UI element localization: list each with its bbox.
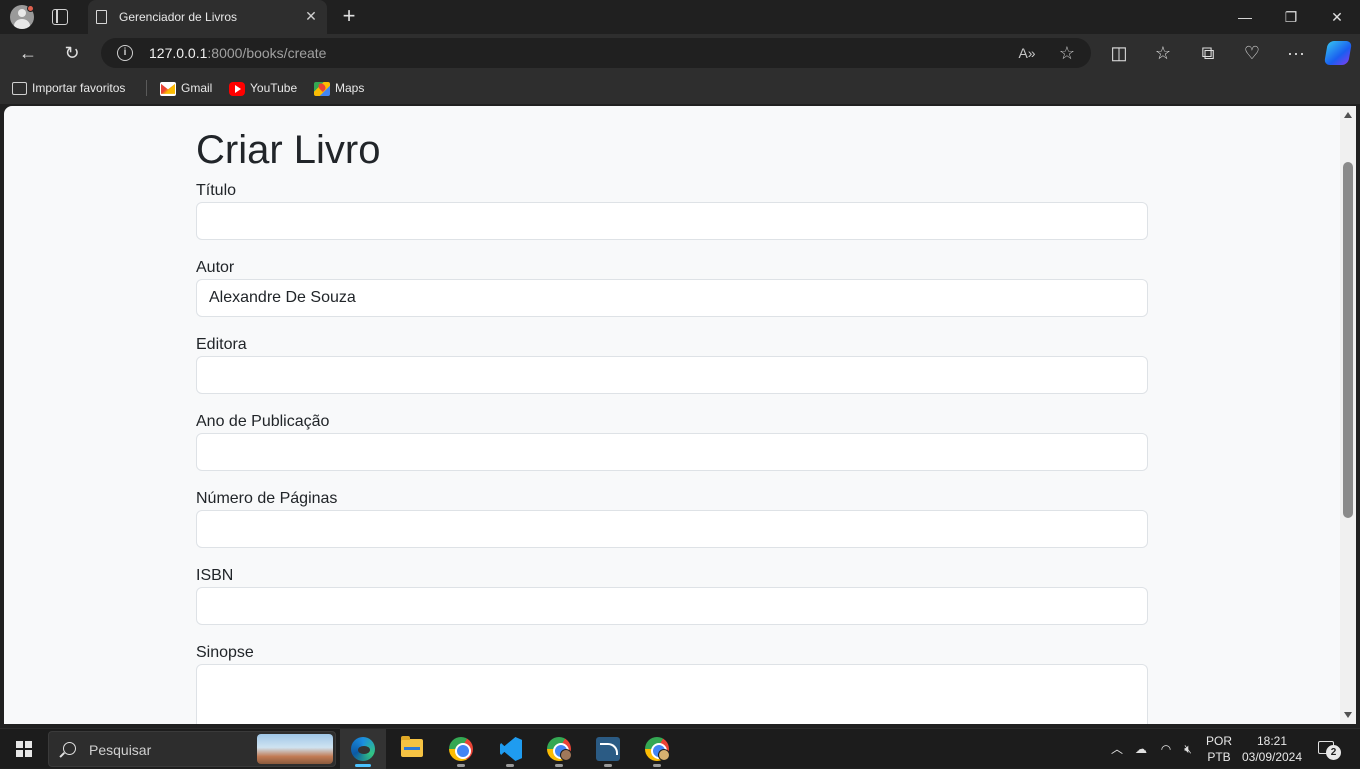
navigation-bar: ← ↻ i 127.0.0.1:8000/books/create A» ☆ ◫… [0,34,1360,72]
isbn-label: ISBN [196,567,234,584]
tab-actions-icon[interactable] [52,9,68,25]
clock-time: 18:21 [1256,734,1288,748]
page-count-label: Número de Páginas [196,490,338,507]
active-indicator [355,764,371,767]
url-path: :8000/books/create [207,45,327,61]
page-title: Criar Livro [196,128,381,172]
volume-muted-icon[interactable]: 🔇︎ [1180,741,1196,757]
bookmarks-separator [146,80,147,96]
tab-title: Gerenciador de Livros [119,10,238,24]
collections-icon[interactable]: ⧉ [1197,42,1219,64]
favorite-star-icon[interactable]: ☆ [1057,43,1077,63]
minimize-button[interactable]: — [1222,0,1268,34]
restore-button[interactable]: ❐ [1268,0,1314,34]
taskbar-search[interactable]: Pesquisar [48,731,336,767]
language-code: POR [1205,734,1232,748]
browser-essentials-icon[interactable]: ♡ [1241,42,1263,64]
taskbar: Pesquisar ︿ ☁ ◠ 🔇︎ POR PTB 18:21 03/09/2… [0,728,1360,769]
bookmark-maps[interactable]: Maps [314,80,364,96]
author-input[interactable] [196,279,1148,317]
tab-close-icon[interactable]: ✕ [303,8,319,24]
profile-badge [658,749,670,761]
windows-start-icon[interactable] [16,741,32,757]
file-explorer-icon [401,736,423,757]
back-arrow-icon[interactable]: ← [17,42,39,64]
tab-strip: Gerenciador de Livros ✕ + — ❐ ✕ [0,0,1360,34]
site-info-icon[interactable]: i [117,45,133,61]
publication-year-input[interactable] [196,433,1148,471]
synopsis-label: Sinopse [196,644,254,661]
read-aloud-icon[interactable]: A» [1017,43,1037,63]
scroll-up-arrow-icon[interactable] [1344,112,1352,118]
taskbar-chrome-profile[interactable] [536,729,582,769]
bookmark-label: YouTube [250,81,298,95]
taskbar-chrome[interactable] [438,729,484,769]
running-indicator [653,764,661,767]
running-indicator [604,764,612,767]
publisher-label: Editora [196,336,247,353]
address-bar[interactable]: i 127.0.0.1:8000/books/create A» ☆ [101,38,1091,68]
language-indicator[interactable]: POR PTB [1204,733,1234,765]
new-tab-button[interactable]: + [339,5,359,27]
wifi-icon[interactable]: ◠ [1158,741,1174,757]
taskbar-mysql-workbench[interactable] [585,729,631,769]
copilot-icon[interactable] [1323,41,1353,65]
mysql-workbench-icon [596,737,620,761]
chrome-icon [449,737,473,761]
bookmark-youtube[interactable]: YouTube [229,80,297,96]
scroll-thumb[interactable] [1343,162,1353,518]
profile-status-dot [27,5,34,12]
more-options-icon[interactable]: ··· [1285,42,1307,64]
running-indicator [555,764,563,767]
gmail-icon [160,81,176,96]
title-label: Título [196,182,237,199]
author-label: Autor [196,259,235,276]
chevron-up-icon[interactable]: ︿ [1109,741,1125,757]
url-host: 127.0.0.1 [149,45,208,61]
search-icon [63,742,76,755]
publisher-input[interactable] [196,356,1148,394]
split-screen-icon[interactable]: ◫ [1108,42,1130,64]
page-icon [96,10,107,24]
bookmark-label: Gmail [181,81,213,95]
taskbar-vscode[interactable] [487,729,533,769]
bookmarks-bar: Importar favoritos Gmail YouTube Maps [0,72,1360,104]
url-text[interactable]: 127.0.0.1:8000/books/create [149,45,326,61]
bookmark-import-favorites[interactable]: Importar favoritos [12,80,125,96]
isbn-input[interactable] [196,587,1148,625]
page-count-input[interactable] [196,510,1148,548]
taskbar-file-explorer[interactable] [389,729,435,769]
scroll-down-arrow-icon[interactable] [1344,712,1352,718]
notification-center[interactable]: 2 [1318,739,1341,760]
vertical-scrollbar[interactable] [1340,106,1356,724]
publication-year-label: Ano de Publicação [196,413,330,430]
search-placeholder: Pesquisar [89,742,152,758]
refresh-icon[interactable]: ↻ [61,42,83,64]
tab-active[interactable]: Gerenciador de Livros ✕ [88,0,327,34]
clock-date: 03/09/2024 [1241,750,1303,764]
import-icon [12,82,27,96]
vscode-icon [500,737,522,761]
search-highlight-image[interactable] [257,734,333,764]
profile-badge [560,749,572,761]
youtube-icon [229,81,245,96]
running-indicator [506,764,514,767]
bookmark-label: Maps [335,81,365,95]
synopsis-textarea[interactable] [196,664,1148,724]
page-viewport: Criar Livro Título Autor Editora Ano de … [4,106,1340,724]
bookmark-label: Importar favoritos [32,81,126,95]
keyboard-layout: PTB [1207,750,1231,764]
edge-icon [351,737,375,761]
title-input[interactable] [196,202,1148,240]
maps-icon [314,81,330,96]
bookmark-gmail[interactable]: Gmail [160,80,212,96]
clock[interactable]: 18:21 03/09/2024 [1240,733,1304,765]
notification-count-badge: 2 [1326,745,1341,760]
taskbar-chrome-profile-2[interactable] [634,729,680,769]
taskbar-edge[interactable] [340,729,386,769]
close-window-button[interactable]: ✕ [1314,0,1360,34]
running-indicator [457,764,465,767]
onedrive-cloud-icon[interactable]: ☁ [1133,741,1149,757]
favorites-icon[interactable]: ☆ [1152,42,1174,64]
